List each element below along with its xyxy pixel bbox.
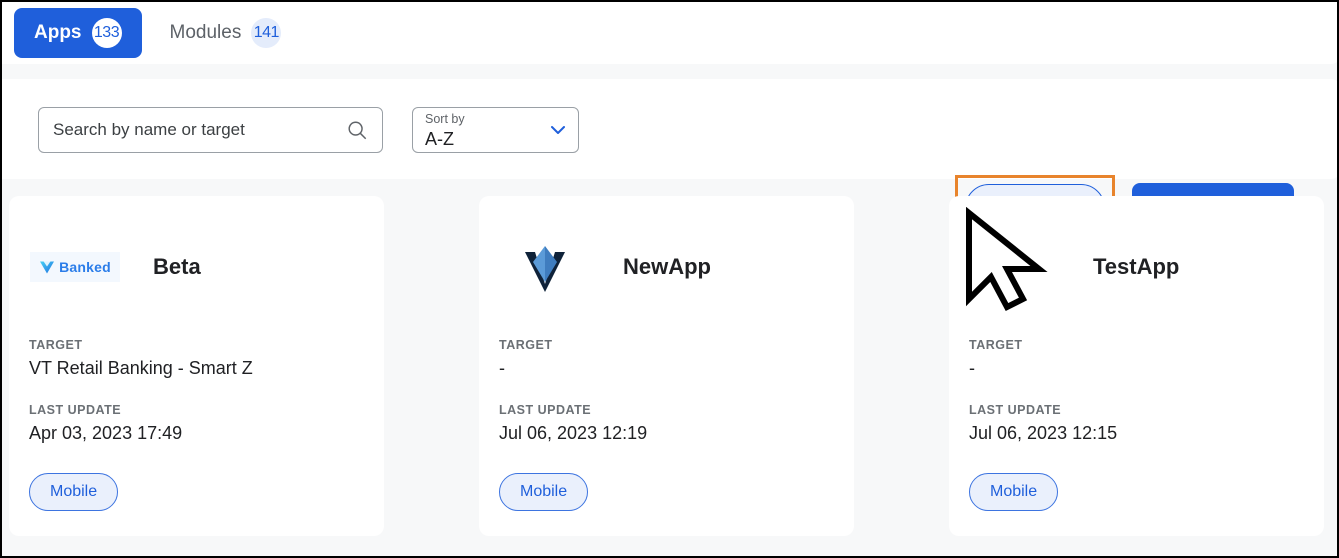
tab-apps-label: Apps [34, 22, 82, 44]
card-header: NewApp [499, 234, 711, 300]
target-value: - [969, 354, 1022, 382]
tab-modules[interactable]: Modules 141 [150, 8, 302, 58]
app-card-grid: Banked Beta TARGET VT Retail Banking - S… [9, 196, 1334, 536]
last-update-label: LAST UPDATE [29, 401, 182, 419]
target-label: TARGET [29, 336, 253, 354]
tab-modules-label: Modules [170, 22, 242, 44]
platform-chip-mobile[interactable]: Mobile [29, 473, 118, 511]
banked-v-mark [39, 259, 55, 275]
app-logo-slot [499, 234, 591, 300]
banked-logo-icon: Banked [30, 252, 120, 282]
app-card-title: Beta [153, 254, 201, 280]
app-target-field: TARGET - [969, 336, 1022, 382]
app-card-title: NewApp [623, 254, 711, 280]
newapp-logo-icon [523, 242, 567, 292]
app-logo-slot: Banked [29, 234, 121, 300]
app-target-field: TARGET VT Retail Banking - Smart Z [29, 336, 253, 382]
app-card[interactable]: Banked Beta TARGET VT Retail Banking - S… [9, 196, 384, 536]
app-card[interactable]: NewApp TARGET - LAST UPDATE Jul 06, 2023… [479, 196, 854, 536]
platform-chip-mobile[interactable]: Mobile [969, 473, 1058, 511]
app-screen: Apps 133 Modules 141 Search by name or t… [0, 0, 1339, 558]
search-input[interactable]: Search by name or target [53, 120, 346, 140]
card-header: Banked Beta [29, 234, 201, 300]
tab-list: Apps 133 Modules 141 [14, 8, 301, 58]
card-header: TestApp [969, 234, 1179, 300]
search-icon[interactable] [346, 119, 368, 141]
target-value: VT Retail Banking - Smart Z [29, 354, 253, 382]
last-update-value: Apr 03, 2023 17:49 [29, 419, 182, 447]
target-label: TARGET [499, 336, 552, 354]
app-card[interactable]: TestApp TARGET - LAST UPDATE Jul 06, 202… [949, 196, 1324, 536]
app-last-update-field: LAST UPDATE Jul 06, 2023 12:15 [969, 401, 1117, 447]
search-field[interactable]: Search by name or target [38, 107, 383, 153]
tab-modules-badge: 141 [251, 18, 281, 48]
last-update-value: Jul 06, 2023 12:15 [969, 419, 1117, 447]
platform-chip-mobile[interactable]: Mobile [499, 473, 588, 511]
app-logo-slot [969, 234, 1061, 300]
app-card-title: TestApp [1093, 254, 1179, 280]
last-update-value: Jul 06, 2023 12:19 [499, 419, 647, 447]
app-last-update-field: LAST UPDATE Jul 06, 2023 12:19 [499, 401, 647, 447]
sort-by-select[interactable]: Sort by A-Z [412, 107, 579, 153]
app-last-update-field: LAST UPDATE Apr 03, 2023 17:49 [29, 401, 182, 447]
app-target-field: TARGET - [499, 336, 552, 382]
last-update-label: LAST UPDATE [969, 401, 1117, 419]
tab-apps[interactable]: Apps 133 [14, 8, 142, 58]
sort-by-value: A-Z [425, 127, 566, 151]
tab-apps-badge: 133 [92, 18, 122, 48]
last-update-label: LAST UPDATE [499, 401, 647, 419]
sort-by-label: Sort by [425, 112, 566, 127]
banked-logo-text: Banked [59, 259, 111, 275]
toolbar: Search by name or target Sort by A-Z Imp… [0, 79, 1339, 179]
target-value: - [499, 354, 552, 382]
tab-bar: Apps 133 Modules 141 [0, 0, 1339, 64]
target-label: TARGET [969, 336, 1022, 354]
